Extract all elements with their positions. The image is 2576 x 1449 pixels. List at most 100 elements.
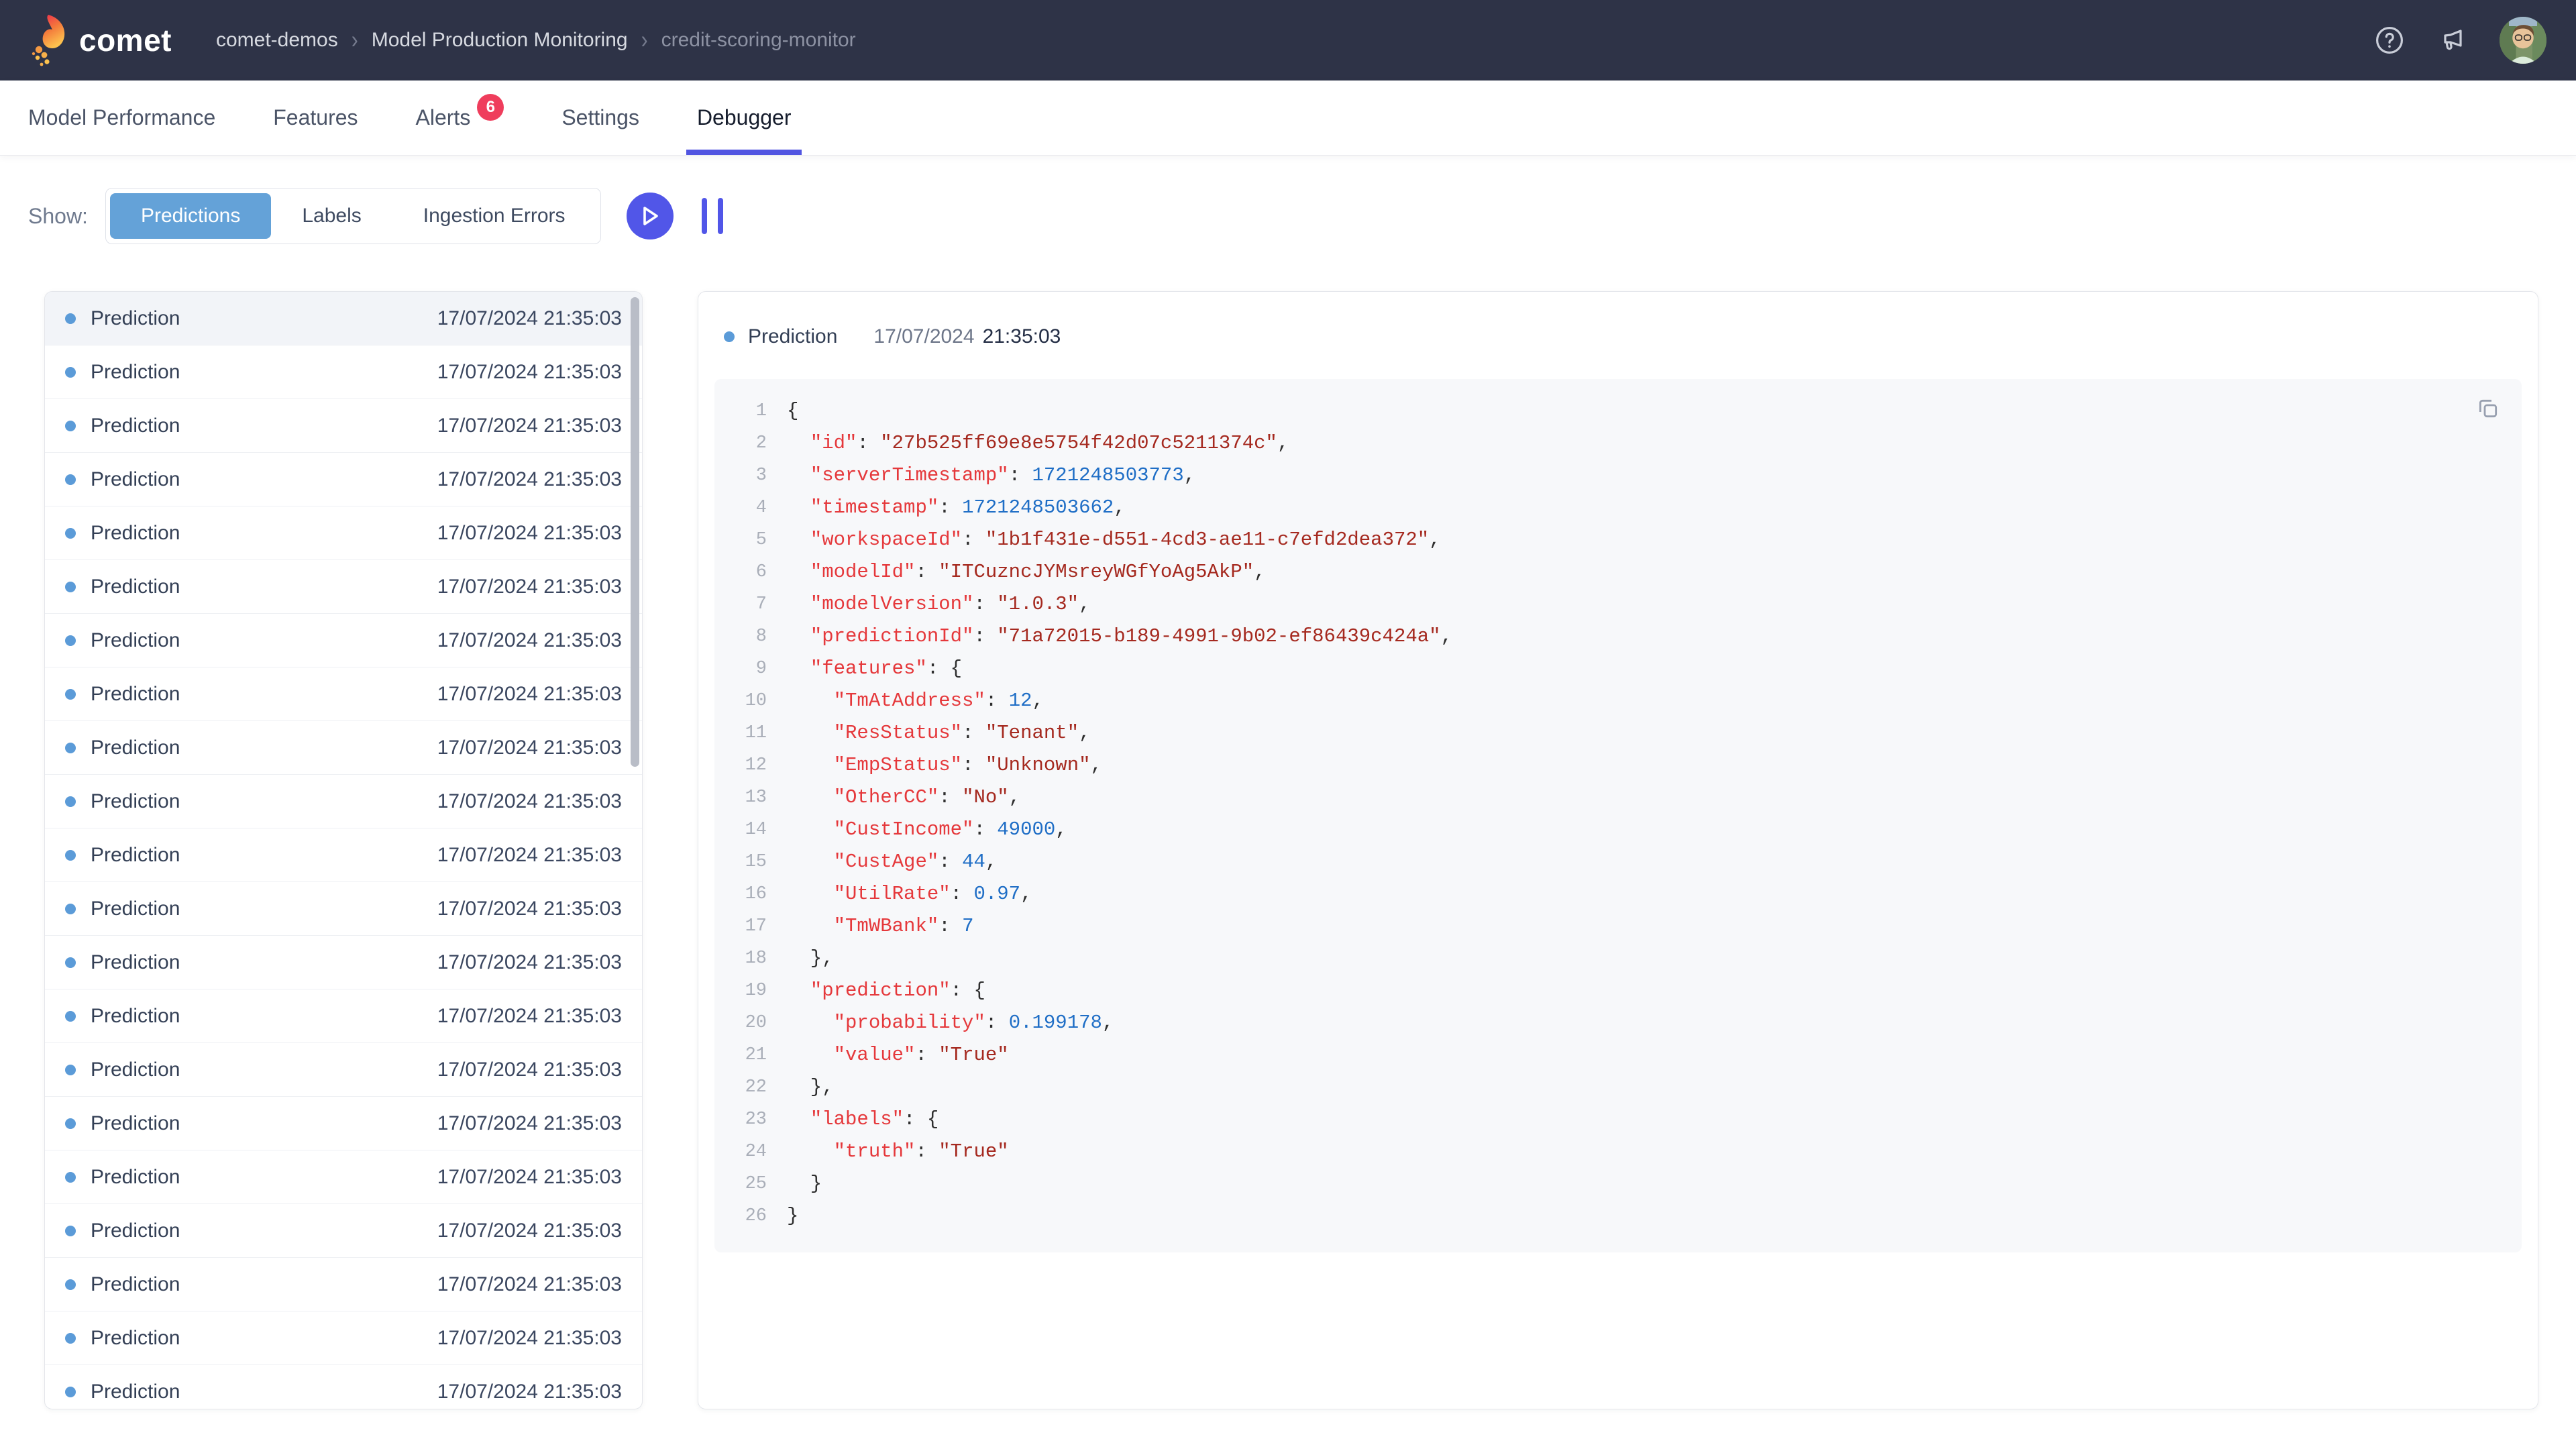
prediction-list: Prediction 17/07/2024 21:35:03 Prediction 1… [44, 291, 643, 1409]
tab-label: Debugger [697, 105, 792, 130]
json-token: : [973, 588, 997, 621]
line-number: 22 [714, 1071, 767, 1104]
json-token: "serverTimestamp" [810, 460, 1009, 492]
json-token: , [1277, 427, 1289, 460]
prediction-row-label: Prediction [91, 468, 180, 491]
prediction-list-item[interactable]: Prediction17/07/2024 21:35:03 [45, 1311, 642, 1365]
copy-json-button[interactable] [2475, 395, 2502, 422]
line-number: 17 [714, 910, 767, 943]
json-code-line: 26} [714, 1200, 2522, 1232]
prediction-row-label: Prediction [91, 1273, 180, 1296]
json-token [787, 588, 810, 621]
prediction-dot-icon [65, 689, 76, 700]
json-token: : [915, 1039, 938, 1071]
prediction-row-label: Prediction [91, 629, 180, 652]
json-token: , [1102, 1007, 1114, 1039]
prediction-dot-icon [65, 1118, 76, 1129]
comet-logo[interactable]: comet [25, 13, 172, 67]
json-token: : [973, 814, 997, 846]
announcements-icon[interactable] [2436, 24, 2469, 56]
prediction-list-item[interactable]: Prediction 17/07/2024 21:35:03 [45, 1258, 642, 1311]
json-token: : { [904, 1104, 938, 1136]
prediction-list-item[interactable]: Prediction17/07/2024 21:35:03 [45, 1043, 642, 1097]
prediction-list-item[interactable]: Prediction17/07/2024 21:35:03 [45, 882, 642, 936]
prediction-row-timestamp: 17/07/2024 21:35:03 [437, 1005, 622, 1028]
tab-label: Alerts [416, 105, 471, 130]
json-token: "27b525ff69e8e5754f42d07c5211374c" [880, 427, 1277, 460]
json-token: 0.199178 [1009, 1007, 1102, 1039]
prediction-row-timestamp: 17/07/2024 21:35:03 [437, 307, 622, 330]
prediction-list-item[interactable]: Prediction17/07/2024 21:35:03 [45, 292, 642, 345]
tab-features[interactable]: Features [273, 80, 358, 155]
list-scrollbar-thumb[interactable] [631, 297, 639, 767]
tab-bar: Model Performance Features Alerts6 Settings… [0, 80, 2576, 156]
json-token: 7 [962, 910, 973, 943]
pause-bar [702, 198, 707, 234]
tab-settings[interactable]: Settings [561, 80, 639, 155]
prediction-list-item[interactable]: Prediction17/07/2024 21:35:03 [45, 1097, 642, 1150]
prediction-list-item[interactable]: Prediction17/07/2024 21:35:03 [45, 506, 642, 560]
prediction-dot-icon [65, 1279, 76, 1290]
line-number: 14 [714, 814, 767, 846]
help-icon[interactable] [2373, 24, 2406, 56]
pause-button[interactable] [698, 194, 727, 238]
json-code-line: 11 "ResStatus": "Tenant", [714, 717, 2522, 749]
prediction-list-item[interactable]: Prediction17/07/2024 21:35:03 [45, 667, 642, 721]
top-navbar: comet comet-demos›Model Production Monit… [0, 0, 2576, 80]
json-token: "modelVersion" [810, 588, 974, 621]
json-token: , [1441, 621, 1452, 653]
user-avatar[interactable] [2500, 17, 2546, 64]
line-number: 3 [714, 460, 767, 492]
breadcrumb-item[interactable]: credit-scoring-monitor [661, 29, 856, 52]
prediction-list-item[interactable]: Prediction17/07/2024 21:35:03 [45, 1150, 642, 1204]
json-code-line: 14 "CustIncome": 49000, [714, 814, 2522, 846]
prediction-list-item[interactable]: Prediction17/07/2024 21:35:03 [45, 1204, 642, 1258]
breadcrumb-item[interactable]: Model Production Monitoring [372, 29, 628, 52]
prediction-row-timestamp: 17/07/2024 21:35:03 [437, 1112, 622, 1135]
prediction-list-item[interactable]: Prediction17/07/2024 21:35:03 [45, 989, 642, 1043]
tab-model-performance[interactable]: Model Performance [28, 80, 215, 155]
json-token: }, [787, 943, 834, 975]
prediction-list-item[interactable]: Prediction17/07/2024 21:35:03 [45, 614, 642, 667]
prediction-row-timestamp: 17/07/2024 21:35:03 [437, 1059, 622, 1081]
json-token: : [985, 685, 1009, 717]
prediction-row-timestamp: 17/07/2024 21:35:03 [437, 1273, 622, 1296]
json-code-line: 19 "prediction": { [714, 975, 2522, 1007]
json-code-line: 8 "predictionId": "71a72015-b189-4991-9b… [714, 621, 2522, 653]
prediction-list-item[interactable]: Prediction17/07/2024 21:35:03 [45, 775, 642, 828]
tab-alerts[interactable]: Alerts6 [416, 80, 504, 155]
json-token [787, 878, 834, 910]
prediction-list-item[interactable]: Prediction17/07/2024 21:35:03 [45, 1365, 642, 1409]
prediction-list-item[interactable]: Prediction17/07/2024 21:35:03 [45, 721, 642, 775]
segment-ingestion-errors[interactable]: Ingestion Errors [392, 193, 596, 239]
segment-predictions[interactable]: Predictions [110, 193, 271, 239]
play-button[interactable] [627, 193, 674, 239]
json-token: , [1429, 524, 1440, 556]
prediction-list-item[interactable]: Prediction17/07/2024 21:35:03 [45, 560, 642, 614]
json-token: , [985, 846, 997, 878]
tab-debugger[interactable]: Debugger [697, 80, 792, 155]
tab-label: Features [273, 105, 358, 130]
prediction-list-item[interactable]: Prediction17/07/2024 21:35:03 [45, 828, 642, 882]
line-number: 9 [714, 653, 767, 685]
json-token: "1.0.3" [997, 588, 1079, 621]
logo-wordmark: comet [79, 22, 172, 58]
json-token: : { [927, 653, 962, 685]
line-number: 7 [714, 588, 767, 621]
detail-type-label: Prediction [748, 325, 837, 348]
breadcrumb-item[interactable]: comet-demos [216, 29, 338, 52]
json-token [787, 621, 810, 653]
prediction-row-label: Prediction [91, 1327, 180, 1350]
json-token: "probability" [834, 1007, 985, 1039]
json-code-line: 16 "UtilRate": 0.97, [714, 878, 2522, 910]
prediction-list-item[interactable]: Prediction17/07/2024 21:35:03 [45, 453, 642, 506]
debugger-content: Prediction 17/07/2024 21:35:03 Prediction 1… [44, 291, 2538, 1409]
prediction-list-item[interactable]: Prediction17/07/2024 21:35:03 [45, 936, 642, 989]
prediction-list-item[interactable]: Prediction17/07/2024 21:35:03 [45, 399, 642, 453]
prediction-row-timestamp: 17/07/2024 21:35:03 [437, 522, 622, 545]
prediction-list-item[interactable]: Prediction17/07/2024 21:35:03 [45, 345, 642, 399]
json-token: : [938, 846, 962, 878]
detail-date: 17/07/2024 [873, 325, 974, 348]
segment-labels[interactable]: Labels [271, 193, 392, 239]
prediction-dot-icon [65, 1172, 76, 1183]
